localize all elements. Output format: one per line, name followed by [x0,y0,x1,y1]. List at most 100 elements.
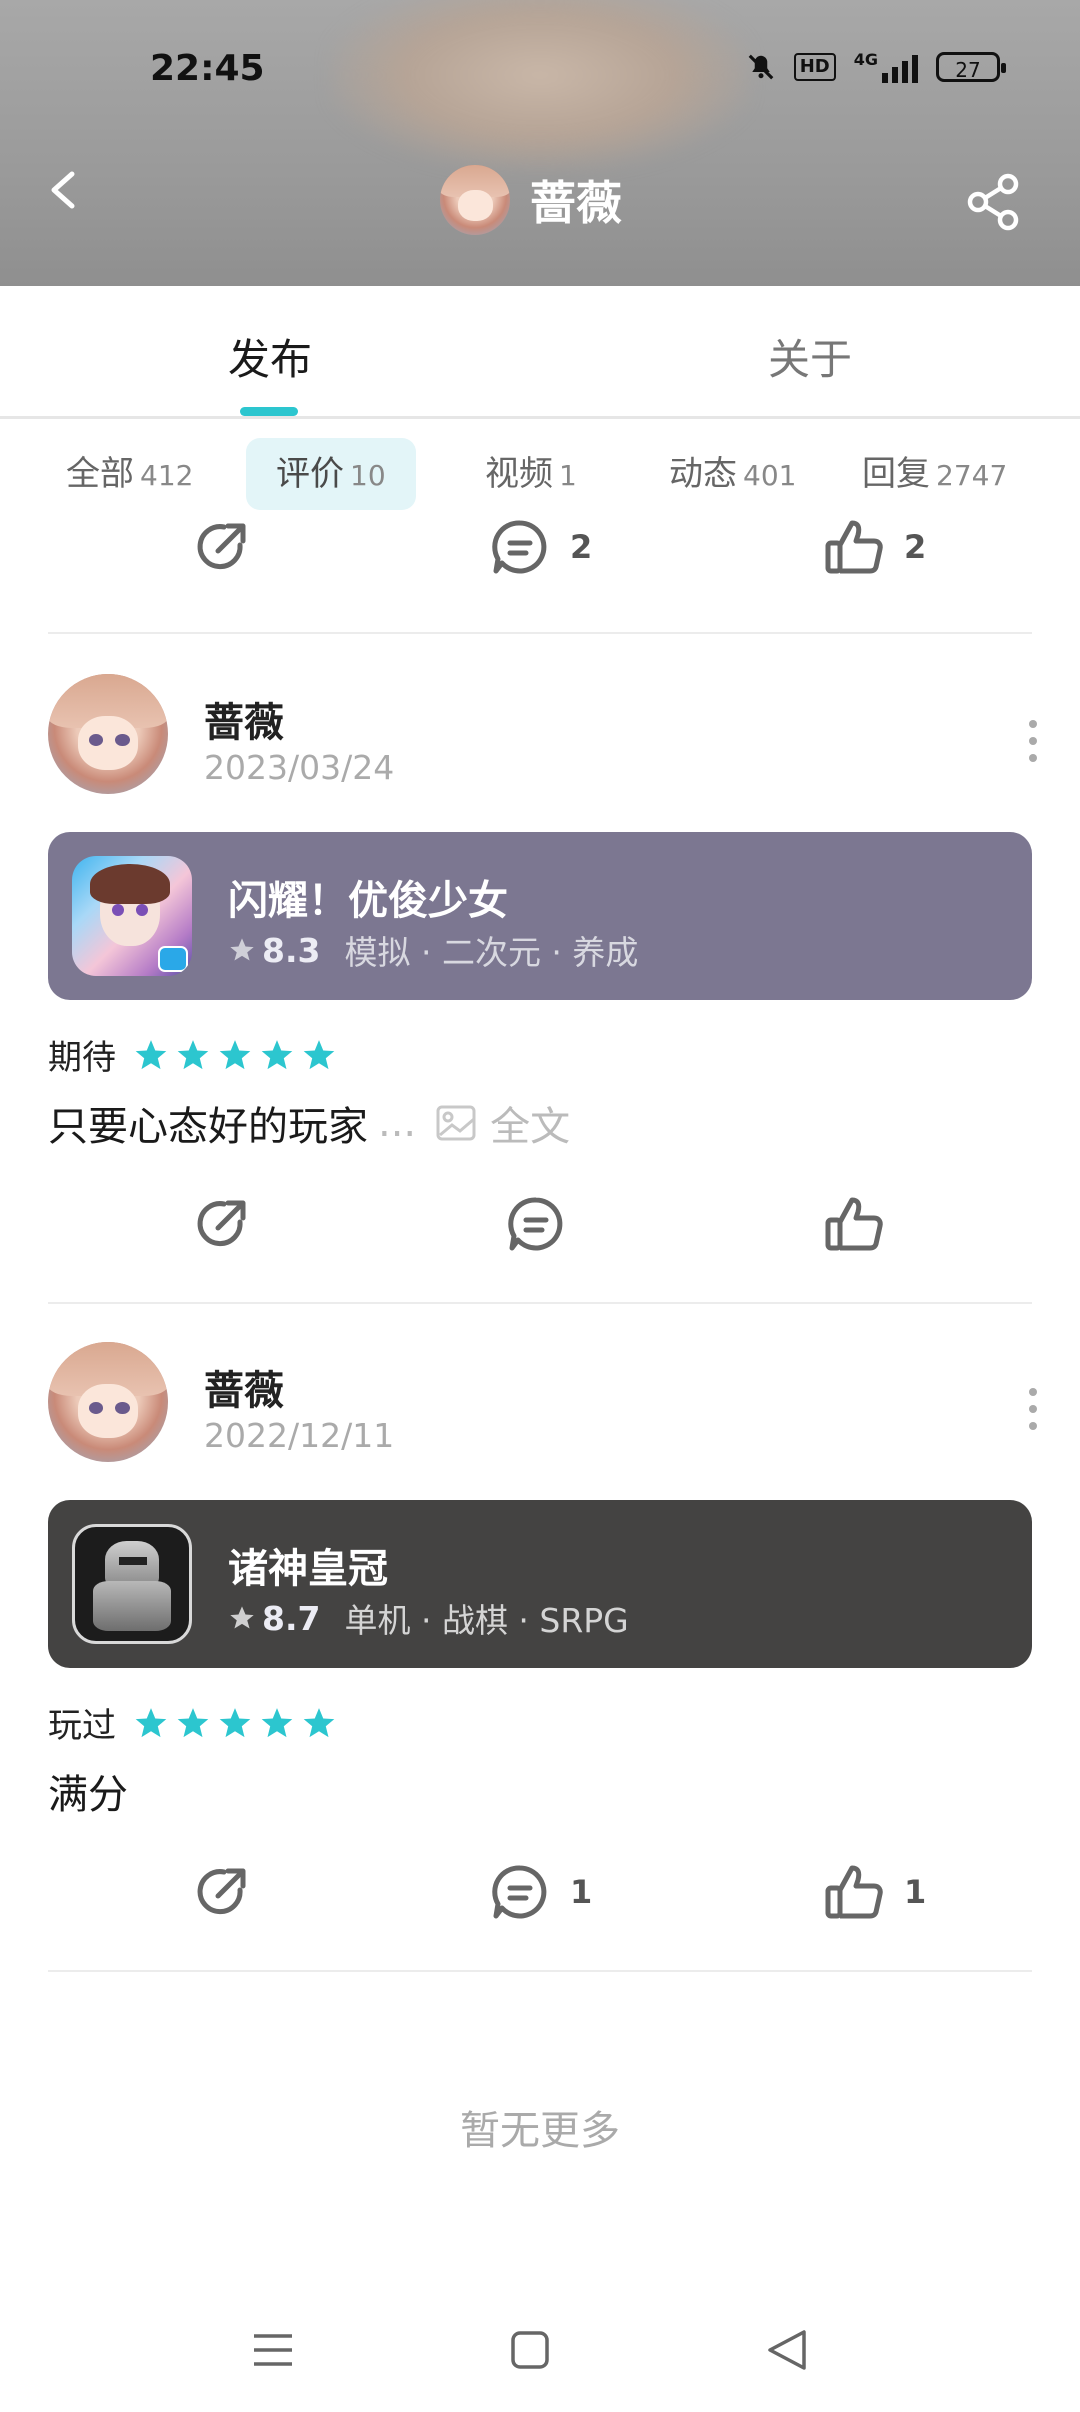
filter-moments[interactable]: 动态 401 [669,438,796,510]
comment-count: 2 [570,528,593,566]
like-count: 2 [904,528,927,566]
star-icon [303,1039,335,1069]
thumbs-up-icon [825,1197,883,1251]
rating-label: 期待 [48,1038,116,1078]
filter-chips: 全部 412 评价 10 视频 1 动态 401 回复 2747 [0,438,1080,510]
review-body: 只要心态好的玩家 [48,1104,368,1150]
chip-label: 视频 [485,454,553,494]
star-icon [230,1606,254,1629]
game-meta: 8.3 模拟 · 二次元 · 养成 [228,926,638,974]
game-icon [72,856,192,976]
avatar[interactable] [48,674,168,794]
filter-videos[interactable]: 视频 1 [485,438,577,510]
share-arrow-icon [197,523,246,570]
star-icon [135,1707,167,1737]
filter-reviews[interactable]: 评价 10 [246,438,416,510]
share-post-button[interactable] [190,1192,254,1256]
star-icon [135,1039,167,1069]
star-icon [219,1039,251,1069]
tab-about[interactable]: 关于 [768,326,852,387]
share-icon[interactable] [964,172,1024,232]
post-actions [0,1192,1080,1272]
post-author[interactable]: 蔷薇 [204,1358,284,1416]
avatar [440,165,510,235]
post-actions: 1 1 [0,1860,1080,1940]
more-options-icon[interactable] [1028,720,1038,771]
bilibili-badge-icon [158,946,188,972]
image-icon [436,1105,476,1141]
star-icon [177,1707,209,1737]
system-nav-bar [0,2300,1080,2412]
divider [48,632,1032,634]
avatar[interactable] [48,1342,168,1462]
status-time: 22:45 [150,48,265,89]
chip-count: 10 [350,459,386,492]
comment-button[interactable]: 2 [488,515,592,579]
review-text[interactable]: 满分 [48,1762,128,1820]
comment-button[interactable] [504,1192,586,1256]
divider [48,1970,1032,1972]
rating-row: 期待 [48,1030,336,1079]
menu-icon[interactable] [252,2330,294,2370]
star-icon [230,938,254,961]
hd-badge: HD [793,52,836,81]
tab-publish[interactable]: 发布 [228,326,312,387]
chip-label: 评价 [276,454,344,494]
battery-icon: 27 [936,51,1006,82]
filter-all[interactable]: 全部 412 [66,438,193,510]
game-card[interactable]: 闪耀！优俊少女 8.3 模拟 · 二次元 · 养成 [48,832,1032,1000]
chip-label: 全部 [66,454,134,494]
full-text-link[interactable]: 全文 [436,1094,570,1152]
tab-indicator [240,407,298,416]
back-triangle-icon[interactable] [766,2328,808,2372]
game-score: 8.7 [262,1598,321,1638]
star-icon [177,1039,209,1069]
comment-count: 1 [570,1873,593,1911]
share-post-button[interactable] [190,515,254,579]
chip-count: 2747 [936,459,1008,492]
divider [48,1302,1032,1304]
rating-row: 玩过 [48,1698,336,1747]
thumbs-up-icon [825,1865,883,1919]
more-options-icon[interactable] [1028,1388,1038,1439]
review-body: 满分 [48,1772,128,1818]
comment-button[interactable]: 1 [488,1860,592,1924]
signal-icon: 4G [854,50,918,83]
status-bar: 22:45 HD 4G 27 [0,40,1080,100]
home-icon[interactable] [510,2330,550,2370]
game-card[interactable]: 诸神皇冠 8.7 单机 · 战棋 · SRPG [48,1500,1032,1668]
star-icon [261,1039,293,1069]
battery-level: 27 [955,57,981,82]
game-title: 诸神皇冠 [228,1546,388,1592]
post-header: 蔷薇 2022/12/11 [0,1340,1080,1470]
post-date: 2022/12/11 [204,1416,395,1455]
comment-icon [492,1865,547,1919]
like-button[interactable] [822,1192,904,1256]
post-author[interactable]: 蔷薇 [204,690,284,748]
star-icon [303,1707,335,1737]
star-icon [219,1707,251,1737]
share-post-button[interactable] [190,1860,254,1924]
post-date: 2023/03/24 [204,748,395,787]
game-meta: 8.7 单机 · 战棋 · SRPG [228,1594,629,1642]
full-text-label: 全文 [490,1104,571,1150]
like-button[interactable]: 1 [822,1860,926,1924]
game-score: 8.3 [262,930,321,970]
post-actions-previous: 2 2 [0,515,1080,595]
back-arrow-icon[interactable] [44,170,84,210]
network-type: 4G [853,50,878,69]
chip-count: 401 [743,459,797,492]
share-arrow-icon [197,1200,246,1247]
game-icon [72,1524,192,1644]
chip-count: 412 [140,459,194,492]
chip-label: 回复 [862,454,930,494]
share-arrow-icon [197,1868,246,1915]
filter-replies[interactable]: 回复 2747 [862,438,1007,510]
review-text[interactable]: 只要心态好的玩家 ... 全文 [48,1094,570,1152]
profile-header: 22:45 HD 4G 27 蔷薇 [0,0,1080,286]
thumbs-up-icon [825,520,883,574]
header-title: 蔷薇 [440,165,622,235]
comment-icon [508,1197,563,1251]
like-button[interactable]: 2 [822,515,926,579]
rating-label: 玩过 [48,1706,116,1746]
